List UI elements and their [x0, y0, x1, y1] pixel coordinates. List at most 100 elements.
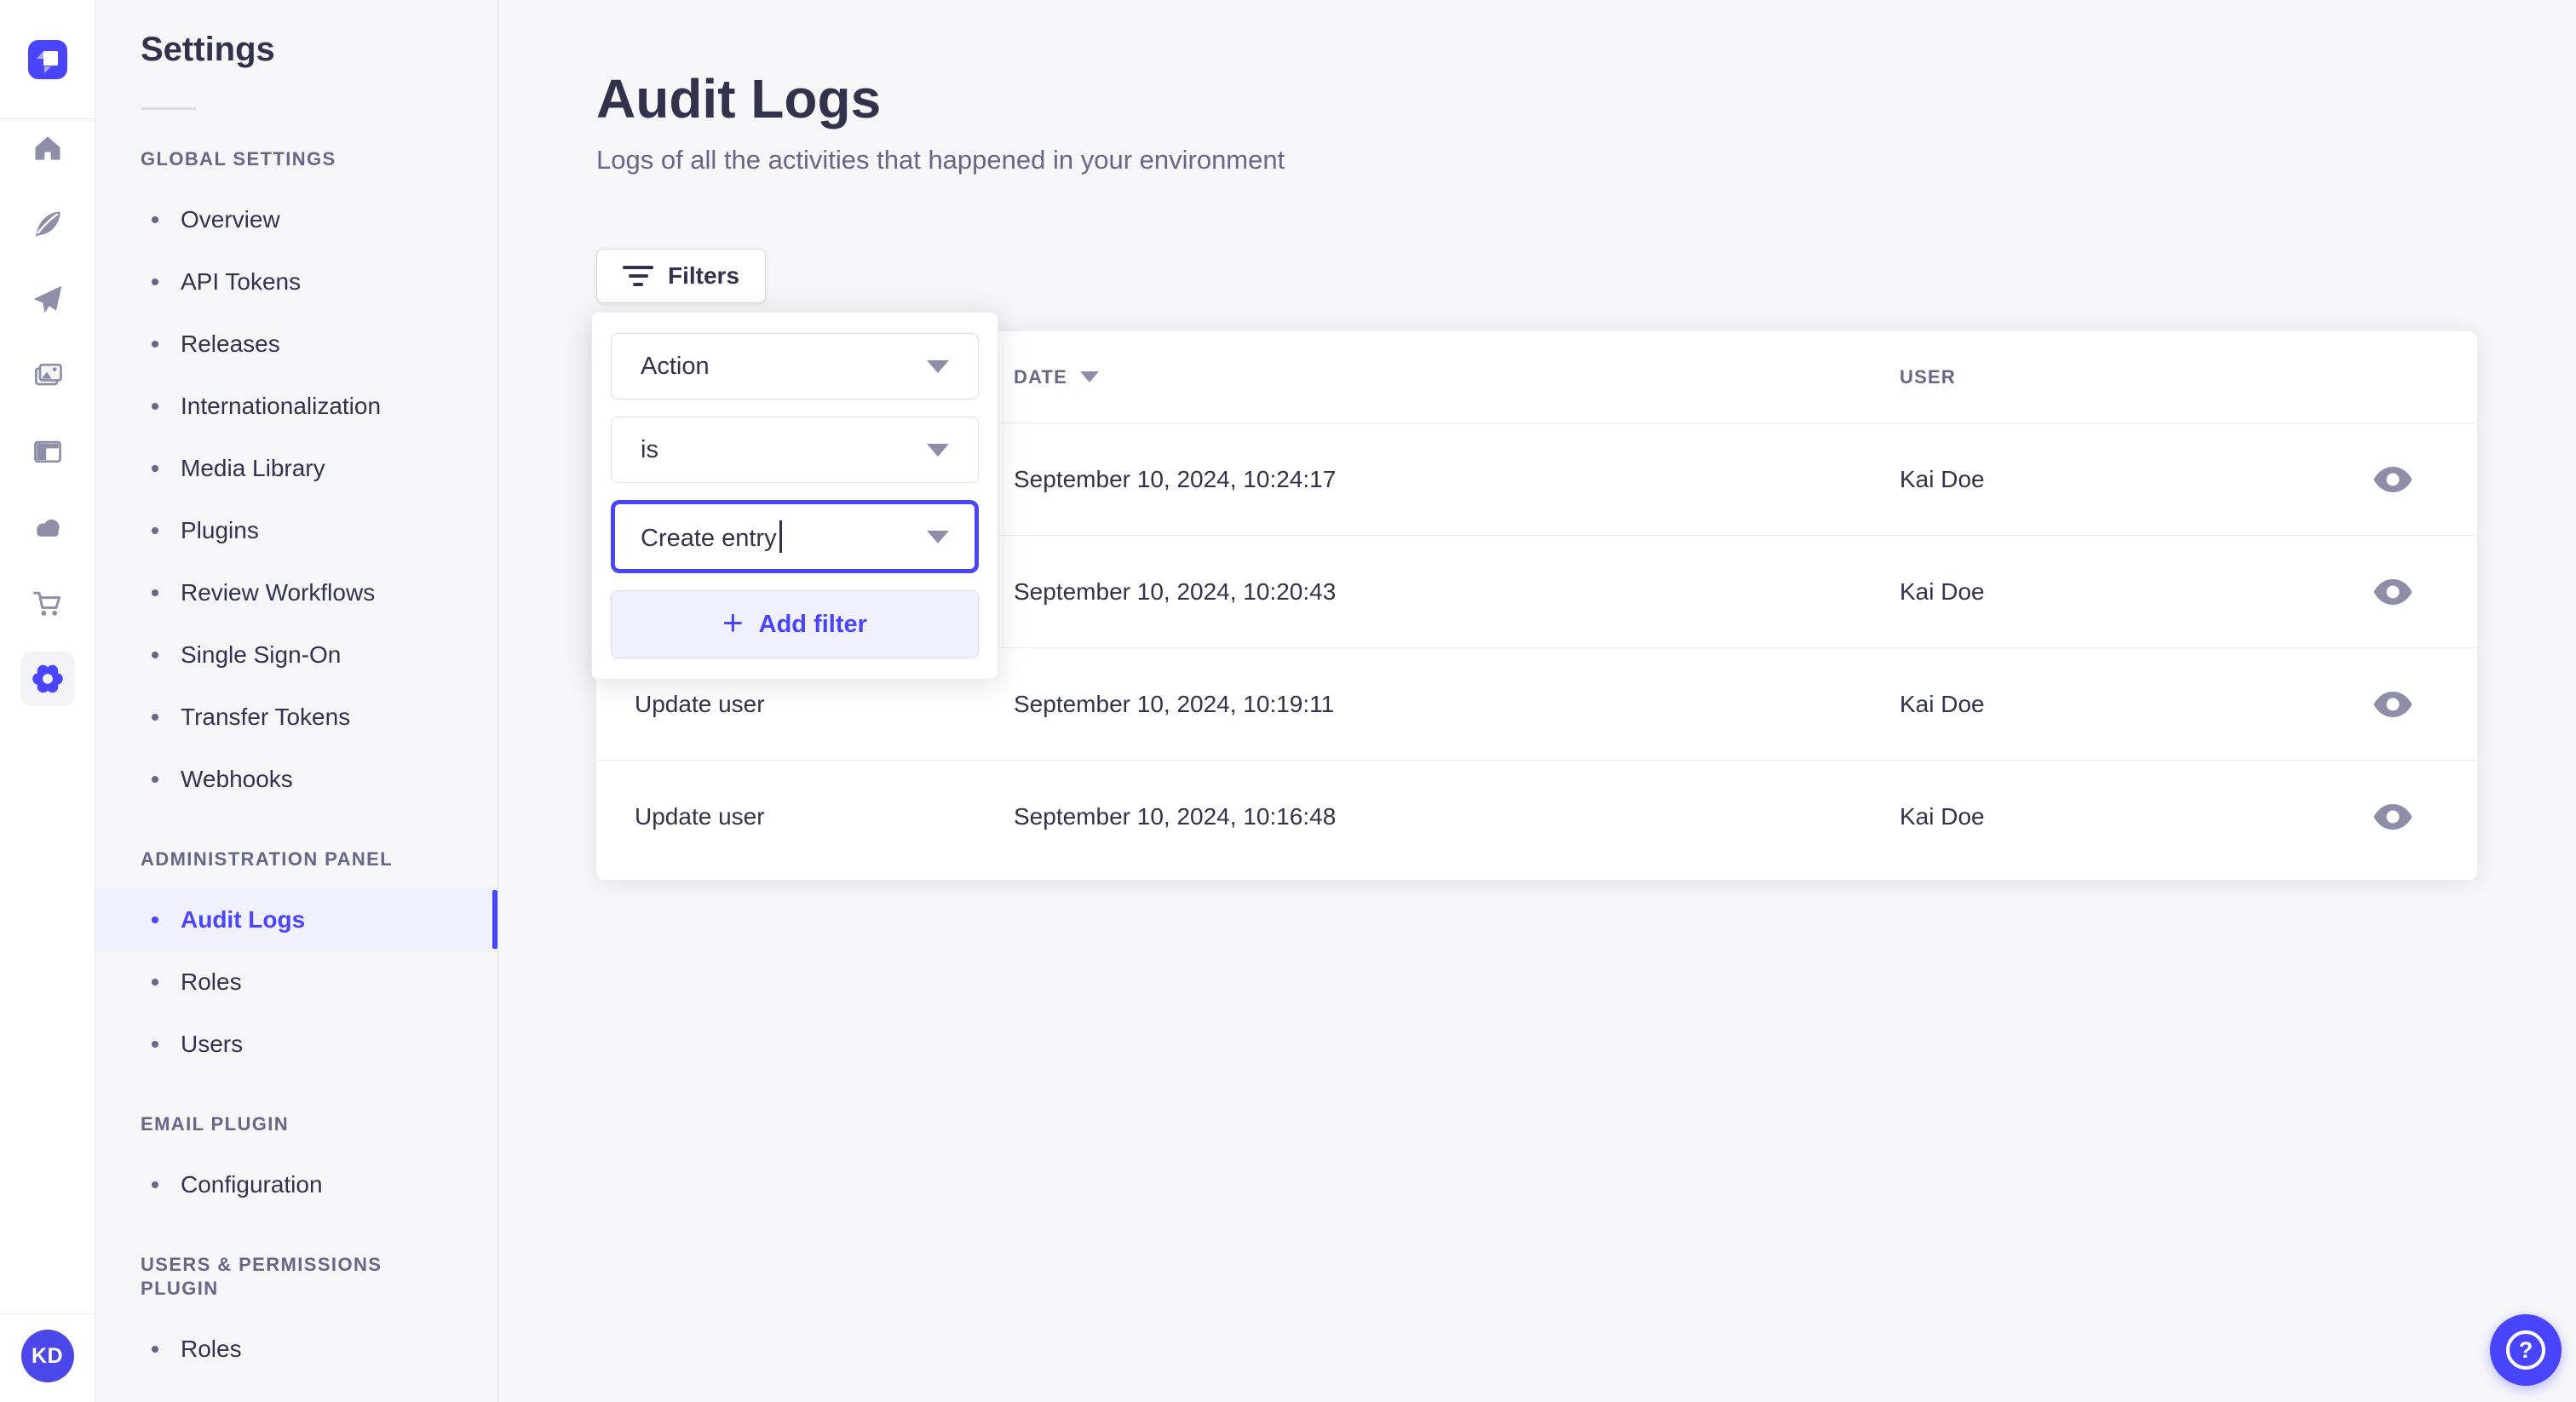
- sidebar-item-label: Overview: [181, 205, 280, 233]
- sidebar-item-label: Audit Logs: [181, 905, 306, 933]
- rail-user-section: KD: [0, 1313, 95, 1402]
- table-row[interactable]: Update user September 10, 2024, 10:16:48…: [596, 761, 2477, 873]
- bullet-icon: [152, 278, 158, 285]
- bullet-icon: [152, 589, 158, 596]
- sidebar-item-configuration[interactable]: Configuration: [95, 1153, 497, 1215]
- sidebar-item-label: Roles: [181, 968, 242, 995]
- filter-value-combobox[interactable]: Create entry: [611, 500, 979, 573]
- main-nav-rail: KD: [0, 0, 95, 1402]
- chevron-down-icon: [927, 443, 949, 457]
- workspace-logo-section: [0, 0, 95, 119]
- cell-date: September 10, 2024, 10:19:11: [1014, 690, 1335, 717]
- filter-value-combobox-value: Create entry: [641, 520, 782, 553]
- bullet-icon: [152, 916, 158, 923]
- cell-action: Update user: [635, 803, 765, 830]
- column-header-user: USER: [1900, 365, 1956, 388]
- bullet-icon: [152, 340, 158, 348]
- cloud-icon[interactable]: [29, 509, 66, 546]
- cart-icon[interactable]: [29, 584, 66, 622]
- home-icon[interactable]: [29, 129, 66, 167]
- sidebar-item-users[interactable]: Users: [95, 1013, 497, 1075]
- view-details-button[interactable]: [2368, 574, 2418, 610]
- bullet-icon: [152, 775, 158, 783]
- nav-section-header: ADMINISTRATION PANEL: [141, 848, 394, 870]
- nav-section-header: USERS & PERMISSIONS PLUGIN: [141, 1254, 382, 1299]
- nav-section-email-plugin: EMAIL PLUGIN Configuration: [95, 1112, 497, 1215]
- sidebar-item-providers[interactable]: Providers: [95, 1380, 497, 1402]
- plus-icon: +: [722, 602, 744, 642]
- bullet-icon: [152, 1040, 158, 1048]
- media-library-icon[interactable]: [29, 357, 66, 394]
- sidebar-item-label: API Tokens: [181, 267, 302, 295]
- bullet-icon: [152, 1181, 158, 1188]
- sidebar-item-webhooks[interactable]: Webhooks: [95, 748, 497, 810]
- sidebar-item-roles[interactable]: Roles: [95, 951, 497, 1013]
- add-filter-button[interactable]: + Add filter: [611, 590, 979, 658]
- cell-user: Kai Doe: [1900, 690, 1985, 717]
- help-button[interactable]: ?: [2490, 1314, 2562, 1386]
- text-caret: [779, 520, 782, 553]
- strapi-logo[interactable]: [27, 39, 67, 79]
- filters-button[interactable]: Filters: [596, 249, 767, 303]
- sort-by-date-button[interactable]: DATE: [1014, 366, 1100, 388]
- sidebar-item-review-workflows[interactable]: Review Workflows: [95, 561, 497, 623]
- sidebar-item-label: Providers: [181, 1396, 281, 1402]
- view-details-button[interactable]: [2368, 799, 2418, 835]
- sidebar-item-single-sign-on[interactable]: Single Sign-On: [95, 623, 497, 686]
- cell-user: Kai Doe: [1900, 803, 1985, 830]
- sidebar-item-media-library[interactable]: Media Library: [95, 437, 497, 499]
- sidebar-item-label: Media Library: [181, 454, 325, 481]
- sidebar-item-plugins[interactable]: Plugins: [95, 499, 497, 561]
- sidebar-item-internationalization[interactable]: Internationalization: [95, 375, 497, 437]
- layout-icon[interactable]: [29, 433, 66, 470]
- eye-icon: [2373, 578, 2412, 605]
- user-avatar[interactable]: KD: [20, 1330, 74, 1382]
- filters-button-label: Filters: [668, 262, 740, 289]
- view-details-button[interactable]: [2368, 687, 2418, 722]
- sidebar-item-label: Plugins: [181, 516, 259, 543]
- triangle-down-icon: [1080, 371, 1100, 382]
- nav-section-users-permissions-plugin: USERS & PERMISSIONS PLUGIN Roles Provide…: [95, 1253, 497, 1402]
- sidebar-item-label: Configuration: [181, 1170, 323, 1198]
- sidebar-item-transfer-tokens[interactable]: Transfer Tokens: [95, 686, 497, 748]
- cell-date: September 10, 2024, 10:16:48: [1014, 803, 1337, 830]
- sidebar-item-audit-logs[interactable]: Audit Logs: [95, 888, 497, 951]
- sidebar-item-label: Transfer Tokens: [181, 703, 351, 730]
- eye-icon: [2373, 691, 2412, 717]
- bullet-icon: [152, 215, 158, 223]
- cell-date: September 10, 2024, 10:24:17: [1014, 465, 1337, 492]
- cell-user: Kai Doe: [1900, 577, 1985, 605]
- eye-icon: [2373, 804, 2412, 830]
- bullet-icon: [152, 464, 158, 472]
- cell-action: Update user: [635, 690, 765, 717]
- filter-field-select[interactable]: Action: [611, 333, 979, 399]
- strapi-logo-glyph: [36, 50, 58, 73]
- filter-operator-select[interactable]: is: [611, 417, 979, 483]
- main-content: Audit Logs Logs of all the activities th…: [498, 0, 2576, 1402]
- column-header-date: DATE: [1014, 366, 1900, 388]
- paper-plane-icon[interactable]: [29, 281, 66, 319]
- filter-operator-select-value: is: [641, 435, 658, 463]
- bullet-icon: [152, 1345, 158, 1353]
- filter-icon: [623, 266, 653, 286]
- sidebar-item-releases[interactable]: Releases: [95, 313, 497, 375]
- sidebar-item-api-tokens[interactable]: API Tokens: [95, 250, 497, 313]
- sidebar-item-label: Roles: [181, 1335, 242, 1362]
- feather-icon[interactable]: [29, 205, 66, 243]
- sidebar-divider: [141, 107, 197, 110]
- settings-gear-icon[interactable]: [20, 652, 75, 706]
- add-filter-label: Add filter: [758, 610, 867, 638]
- settings-sidebar: Settings GLOBAL SETTINGS Overview API To…: [95, 0, 498, 1402]
- view-details-button[interactable]: [2368, 462, 2418, 497]
- bullet-icon: [152, 402, 158, 410]
- rail-icon-list: [20, 129, 75, 706]
- cell-user: Kai Doe: [1900, 465, 1985, 492]
- sidebar-item-up-roles[interactable]: Roles: [95, 1318, 497, 1380]
- sidebar-item-label: Webhooks: [181, 765, 293, 792]
- bullet-icon: [152, 713, 158, 721]
- chevron-down-icon: [927, 359, 949, 373]
- sidebar-item-label: Review Workflows: [181, 578, 376, 606]
- sidebar-item-overview[interactable]: Overview: [95, 188, 497, 250]
- bullet-icon: [152, 526, 158, 534]
- nav-section-header: GLOBAL SETTINGS: [141, 148, 336, 170]
